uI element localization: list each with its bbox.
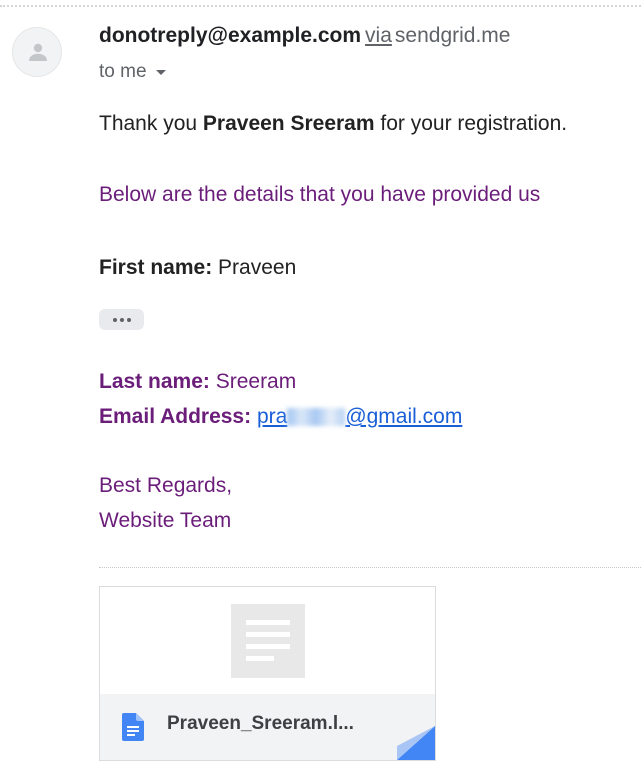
greeting-suffix: for your registration. [374,112,568,135]
regards-line: Best Regards, [99,474,233,497]
attachment-filename: Praveen_Sreeram.l... [167,713,354,734]
last-name-label: Last name: [99,370,210,393]
ellipsis-icon [112,317,117,322]
person-icon [29,43,47,61]
show-trimmed-content-button[interactable] [99,309,144,330]
registrant-name: Praveen Sreeram [202,112,375,135]
top-divider [0,5,641,7]
first-name-label: First name: [99,256,213,279]
email-address-link[interactable]: pra @gmail.com [257,405,462,428]
last-name-line: Last name: Sreeram [99,370,296,394]
attachment-card[interactable]: Praveen_Sreeram.l... [99,586,436,761]
last-name-value: Sreeram [209,370,297,393]
first-name-line: First name: Praveen [99,256,296,280]
sender-line: donotreply@example.com via sendgrid.me [99,24,510,48]
ellipsis-dot [126,317,131,322]
greeting-line: Thank you Praveen Sreeram for your regis… [99,112,567,136]
email-address-line: Email Address: pra @gmail.com [99,405,462,429]
document-preview-icon [231,604,305,678]
intro-line: Below are the details that you have prov… [99,183,541,206]
redacted-text [287,408,346,426]
attachment-footer[interactable]: Praveen_Sreeram.l... [100,694,435,760]
sender-email[interactable]: donotreply@example.com [99,24,361,47]
recipient-details-toggle[interactable]: to me [99,61,167,83]
google-doc-icon [122,713,144,741]
attachments-divider [99,567,641,568]
sender-avatar[interactable] [12,27,62,77]
attachment-preview[interactable] [100,587,435,694]
greeting-prefix: Thank you [99,112,203,135]
email-prefix: pra [256,405,288,428]
recipient-label: to me [99,61,147,82]
ellipsis-dot [119,317,124,322]
caret-down-icon [155,70,166,75]
email-suffix: @gmail.com [345,405,463,428]
via-domain: sendgrid.me [394,24,511,47]
signature-line: Website Team [99,509,232,532]
email-address-label: Email Address: [99,405,252,428]
via-link[interactable]: via [365,24,392,47]
doc-corner-fold-icon [397,726,435,760]
first-name-value: Praveen [212,256,297,279]
